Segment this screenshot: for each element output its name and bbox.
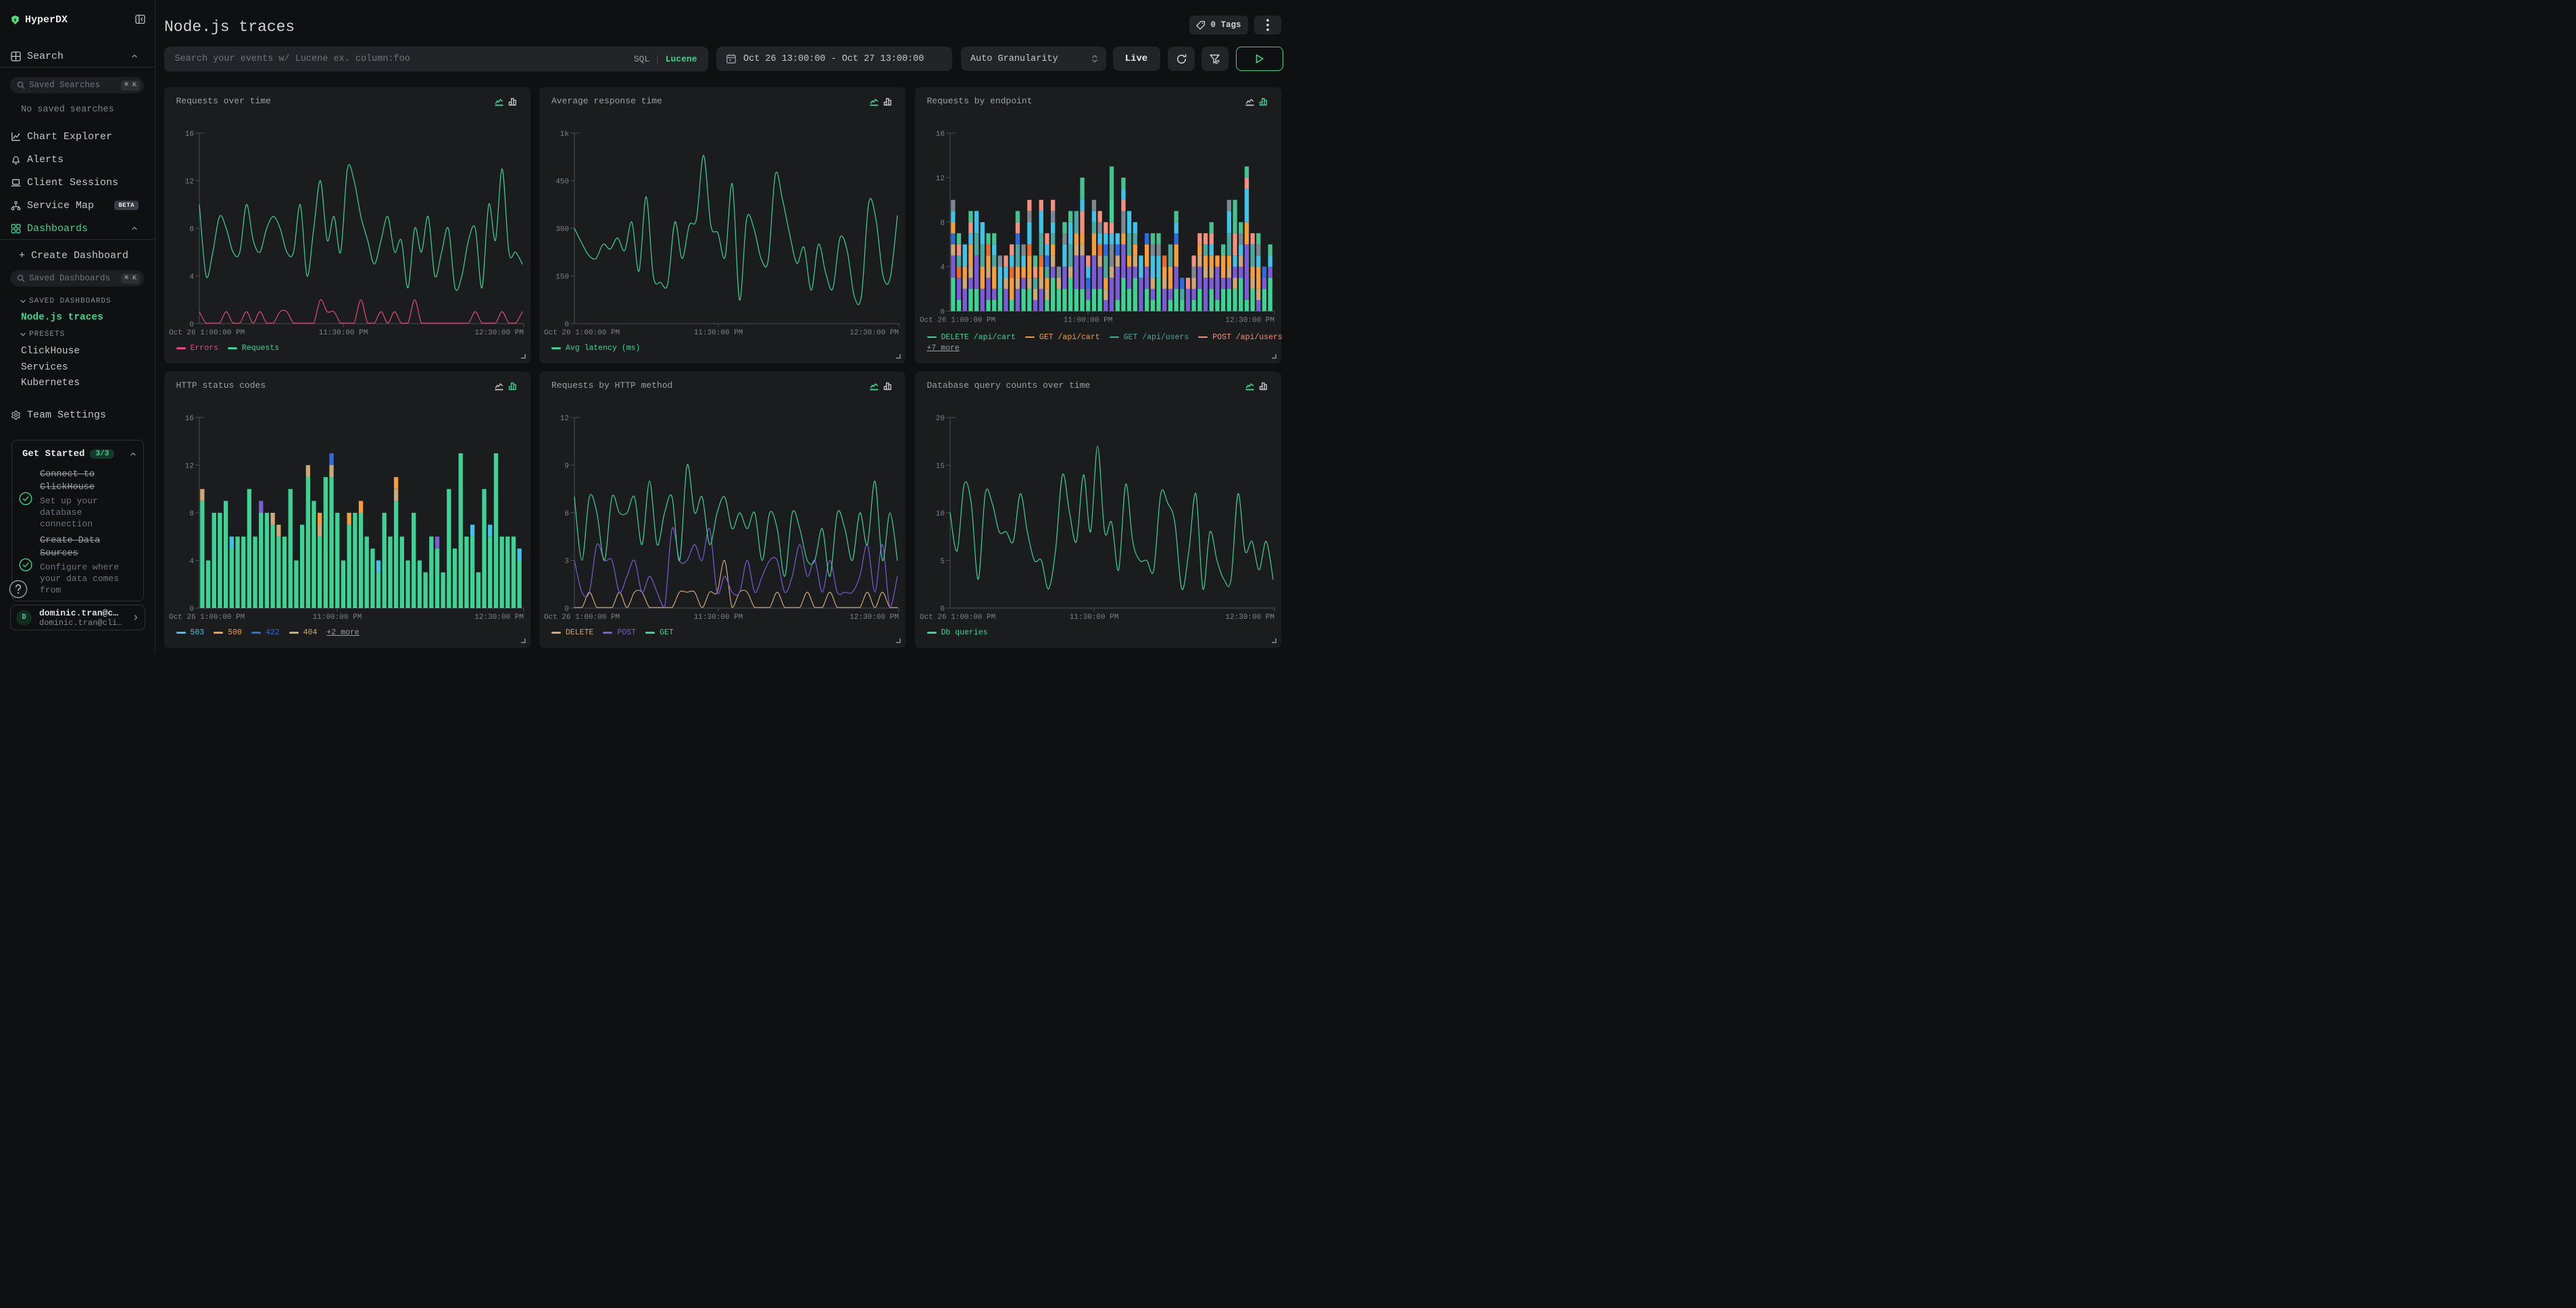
- svg-text:8: 8: [189, 510, 194, 518]
- svg-text:1k: 1k: [560, 130, 570, 139]
- svg-text:Oct 26 1:00:00 PM: Oct 26 1:00:00 PM: [169, 613, 245, 622]
- svg-text:8: 8: [189, 226, 194, 234]
- svg-text:11:30:00 PM: 11:30:00 PM: [1069, 613, 1118, 622]
- svg-text:16: 16: [184, 130, 193, 139]
- svg-text:16: 16: [184, 415, 193, 423]
- svg-text:3: 3: [564, 558, 569, 566]
- svg-text:0: 0: [564, 605, 569, 613]
- svg-text:Oct 26 1:00:00 PM: Oct 26 1:00:00 PM: [169, 329, 245, 337]
- svg-text:12: 12: [560, 415, 569, 423]
- svg-text:6: 6: [564, 510, 569, 518]
- svg-text:150: 150: [555, 274, 569, 282]
- svg-text:11:30:00 PM: 11:30:00 PM: [694, 613, 743, 622]
- svg-text:450: 450: [555, 178, 569, 186]
- svg-text:0: 0: [564, 321, 569, 329]
- svg-text:12: 12: [184, 463, 193, 471]
- svg-text:12:30:00 PM: 12:30:00 PM: [474, 329, 524, 337]
- svg-text:Oct 26 1:00:00 PM: Oct 26 1:00:00 PM: [544, 329, 620, 337]
- svg-text:11:00:00 PM: 11:00:00 PM: [1063, 317, 1112, 325]
- svg-text:4: 4: [189, 558, 194, 566]
- svg-text:11:30:00 PM: 11:30:00 PM: [318, 329, 368, 337]
- svg-text:4: 4: [940, 264, 945, 272]
- svg-text:12: 12: [935, 175, 944, 183]
- svg-text:12:30:00 PM: 12:30:00 PM: [1225, 317, 1274, 325]
- svg-text:16: 16: [935, 130, 944, 139]
- svg-text:12: 12: [184, 178, 193, 186]
- svg-text:0: 0: [189, 321, 194, 329]
- svg-text:9: 9: [564, 463, 569, 471]
- svg-text:10: 10: [935, 510, 944, 518]
- svg-text:Oct 26 1:00:00 PM: Oct 26 1:00:00 PM: [920, 317, 995, 325]
- svg-text:8: 8: [940, 220, 945, 228]
- svg-text:12:30:00 PM: 12:30:00 PM: [1225, 613, 1274, 622]
- svg-text:20: 20: [935, 415, 944, 423]
- svg-text:12:30:00 PM: 12:30:00 PM: [849, 329, 899, 337]
- svg-text:4: 4: [189, 274, 194, 282]
- svg-text:12:30:00 PM: 12:30:00 PM: [849, 613, 899, 622]
- svg-text:0: 0: [940, 605, 945, 613]
- svg-text:12:30:00 PM: 12:30:00 PM: [474, 613, 524, 622]
- svg-text:15: 15: [935, 463, 944, 471]
- svg-text:0: 0: [189, 605, 194, 613]
- svg-text:Oct 26 1:00:00 PM: Oct 26 1:00:00 PM: [544, 613, 620, 622]
- svg-text:11:30:00 PM: 11:30:00 PM: [694, 329, 743, 337]
- svg-text:300: 300: [555, 226, 569, 234]
- svg-text:11:00:00 PM: 11:00:00 PM: [312, 613, 362, 622]
- svg-text:5: 5: [940, 558, 945, 566]
- svg-text:0: 0: [940, 309, 945, 317]
- svg-text:Oct 26 1:00:00 PM: Oct 26 1:00:00 PM: [920, 613, 995, 622]
